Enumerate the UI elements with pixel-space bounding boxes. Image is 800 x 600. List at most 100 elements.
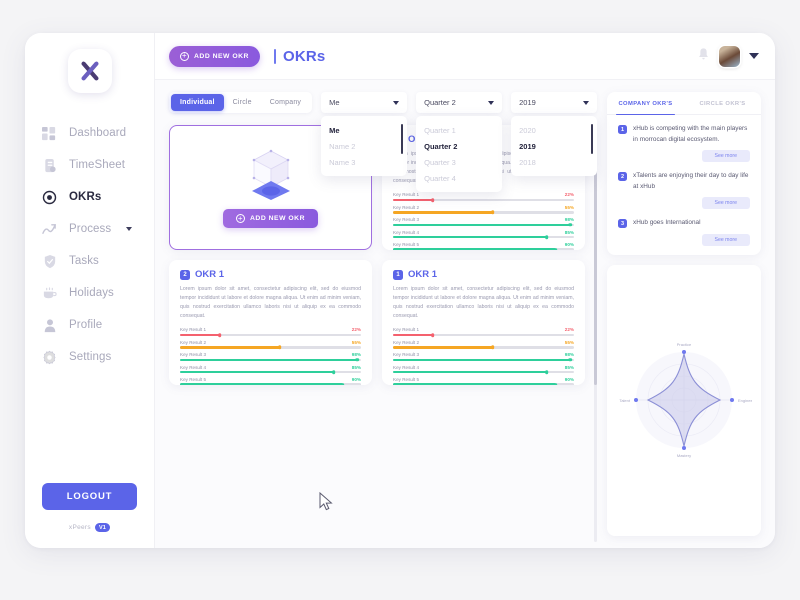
key-result-percent: 55% bbox=[564, 339, 574, 345]
page-title-group: OKRs bbox=[273, 48, 325, 65]
header-add-okr-button[interactable]: + ADD NEW OKR bbox=[169, 45, 260, 67]
chevron-down-icon[interactable] bbox=[126, 227, 133, 231]
key-result-track bbox=[393, 370, 574, 375]
tab-company-okrs[interactable]: COMPANY OKR'S bbox=[607, 92, 684, 115]
target-icon bbox=[41, 189, 58, 206]
year-option[interactable]: 2020 bbox=[511, 122, 597, 138]
content-area: Individual Circle Company Me Me Name 2 N… bbox=[155, 80, 775, 548]
see-more-button[interactable]: See more bbox=[701, 150, 750, 163]
sidebar-nav: Dashboard TimeSheet OKRs Process Tasks H… bbox=[25, 117, 154, 373]
right-panel: COMPANY OKR'S CIRCLE OKR'S 1 xHub is com… bbox=[603, 80, 775, 548]
key-result-row: Key Result 2 55% bbox=[393, 204, 574, 215]
radar-chart: Practice Engineer Mastery Talent bbox=[619, 342, 752, 458]
notification-bell-icon[interactable] bbox=[697, 47, 710, 66]
sidebar-item-label: Process bbox=[69, 223, 112, 235]
app-logo[interactable] bbox=[67, 49, 112, 93]
key-result-percent: 55% bbox=[564, 204, 574, 210]
key-result-label: Key Result 5 bbox=[180, 376, 207, 382]
add-new-okr-button[interactable]: + ADD NEW OKR bbox=[223, 209, 318, 228]
chevron-down-icon bbox=[583, 100, 590, 105]
company-okr-item: 3 xHub goes International See more bbox=[607, 209, 761, 255]
sidebar-item-okrs[interactable]: OKRs bbox=[41, 181, 154, 213]
tab-circle-okrs[interactable]: CIRCLE OKR'S bbox=[684, 92, 761, 114]
okr-card[interactable]: 1 OKR 1 Lorem ipsum dolor sit amet, cons… bbox=[382, 260, 585, 385]
brand-footer: xPeers V1 bbox=[25, 523, 154, 532]
mouse-cursor bbox=[319, 492, 333, 511]
sidebar-item-tasks[interactable]: Tasks bbox=[41, 245, 154, 277]
sidebar-item-dashboard[interactable]: Dashboard bbox=[41, 117, 154, 149]
key-results-list: Key Result 1 22% Key Result 2 55% Key Resu… bbox=[393, 192, 574, 250]
header-add-okr-label: ADD NEW OKR bbox=[194, 52, 249, 60]
person-dropdown: Me Me Name 2 Name 3 bbox=[321, 92, 408, 176]
logout-container: LOGOUT bbox=[25, 483, 154, 510]
year-dropdown-value: 2019 bbox=[519, 98, 536, 107]
item-badge: 2 bbox=[618, 172, 627, 182]
quarter-option[interactable]: Quarter 1 bbox=[416, 122, 502, 138]
year-dropdown-toggle[interactable]: 2019 bbox=[511, 92, 598, 113]
filter-bar: Individual Circle Company Me Me Name 2 N… bbox=[169, 92, 603, 192]
person-option[interactable]: Name 2 bbox=[321, 138, 407, 154]
key-result-label: Key Result 5 bbox=[393, 241, 420, 247]
quarter-dropdown-toggle[interactable]: Quarter 2 bbox=[416, 92, 503, 113]
segment-individual[interactable]: Individual bbox=[171, 94, 224, 111]
okr-card-title: OKR 1 bbox=[195, 269, 225, 280]
sidebar-item-label: TimeSheet bbox=[69, 159, 126, 171]
quarter-option[interactable]: Quarter 2 bbox=[416, 138, 502, 154]
radar-axis-label: Talent bbox=[619, 398, 631, 403]
key-result-row: Key Result 1 22% bbox=[393, 327, 574, 337]
okr-card-header: 2 OKR 1 bbox=[180, 269, 361, 280]
see-more-button[interactable]: See more bbox=[701, 197, 750, 210]
key-results-list: Key Result 1 22% Key Result 2 55% Key Resu… bbox=[393, 327, 574, 385]
plus-circle-icon: + bbox=[236, 213, 246, 223]
key-result-percent: 98% bbox=[564, 217, 574, 223]
main-scrollbar[interactable] bbox=[594, 128, 597, 542]
item-text: xHub is competing with the main players … bbox=[633, 125, 748, 143]
key-result-track bbox=[180, 382, 361, 385]
okr-card[interactable]: 2 OKR 1 Lorem ipsum dolor sit amet, cons… bbox=[169, 260, 372, 385]
title-accent-bar bbox=[273, 48, 276, 64]
segment-circle[interactable]: Circle bbox=[224, 94, 261, 111]
sidebar-item-label: Tasks bbox=[69, 255, 99, 267]
sidebar-item-process[interactable]: Process bbox=[41, 213, 154, 245]
year-option[interactable]: 2019 bbox=[511, 138, 597, 154]
key-result-track bbox=[393, 358, 574, 362]
item-text: xTalents are enjoying their day to day l… bbox=[633, 172, 749, 190]
quarter-option[interactable]: Quarter 3 bbox=[416, 154, 502, 170]
shield-check-icon bbox=[41, 253, 58, 270]
year-dropdown-menu: 2020 2019 2018 bbox=[511, 116, 598, 176]
key-result-track bbox=[393, 382, 574, 385]
key-result-track bbox=[180, 333, 361, 337]
logo-x-icon bbox=[80, 61, 99, 81]
person-dropdown-toggle[interactable]: Me bbox=[321, 92, 408, 113]
see-more-button[interactable]: See more bbox=[701, 233, 750, 246]
key-result-track bbox=[393, 345, 574, 350]
year-dropdown: 2019 2020 2019 2018 bbox=[511, 92, 598, 176]
avatar[interactable] bbox=[719, 45, 740, 67]
dropdown-scrollbar[interactable] bbox=[401, 124, 404, 154]
key-result-percent: 22% bbox=[564, 192, 574, 198]
key-result-label: Key Result 5 bbox=[393, 376, 420, 382]
key-result-percent: 22% bbox=[564, 327, 574, 333]
segment-company[interactable]: Company bbox=[261, 94, 310, 111]
key-result-track bbox=[180, 345, 361, 350]
sidebar-item-profile[interactable]: Profile bbox=[41, 309, 154, 341]
key-result-row: Key Result 3 98% bbox=[393, 217, 574, 227]
quarter-option[interactable]: Quarter 4 bbox=[416, 170, 502, 186]
logout-button[interactable]: LOGOUT bbox=[42, 483, 137, 510]
dropdown-scrollbar[interactable] bbox=[591, 124, 594, 154]
person-option[interactable]: Me bbox=[321, 122, 407, 138]
key-result-row: Key Result 1 22% bbox=[393, 192, 574, 202]
key-result-label: Key Result 4 bbox=[393, 364, 420, 370]
person-option[interactable]: Name 3 bbox=[321, 154, 407, 170]
key-result-percent: 85% bbox=[351, 364, 361, 370]
key-result-percent: 90% bbox=[351, 376, 361, 382]
year-option[interactable]: 2018 bbox=[511, 154, 597, 170]
key-result-label: Key Result 1 bbox=[393, 192, 420, 198]
sidebar-item-timesheet[interactable]: TimeSheet bbox=[41, 149, 154, 181]
plus-circle-icon: + bbox=[180, 51, 189, 61]
chevron-down-icon[interactable] bbox=[749, 53, 759, 59]
sidebar-item-holidays[interactable]: Holidays bbox=[41, 277, 154, 309]
sidebar-item-settings[interactable]: Settings bbox=[41, 341, 154, 373]
okr-badge: 2 bbox=[180, 269, 190, 280]
key-result-label: Key Result 2 bbox=[393, 339, 420, 345]
